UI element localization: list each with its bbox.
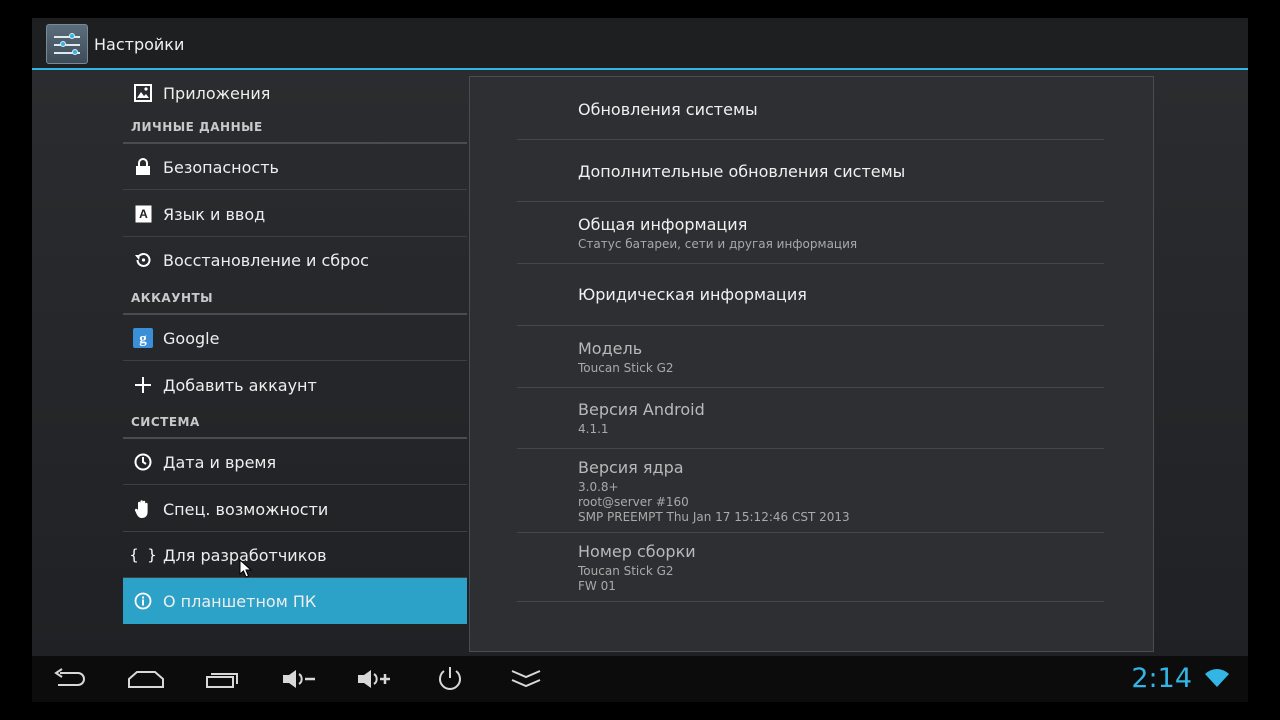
sidebar-item-label: Дата и время <box>163 452 277 472</box>
about-detail-pane: Обновления системы Дополнительные обновл… <box>469 76 1154 652</box>
item-summary: SMP PREEMPT Thu Jan 17 15:12:46 CST 2013 <box>578 510 850 524</box>
item-summary: Toucan Stick G2 <box>578 564 674 578</box>
sidebar-item-label: Язык и ввод <box>163 204 266 224</box>
sidebar-item-developer[interactable]: { } Для разработчиков <box>123 532 467 578</box>
item-summary: 4.1.1 <box>578 422 609 436</box>
plus-icon <box>123 376 163 394</box>
item-summary: 3.0.8+ <box>578 480 619 494</box>
item-summary: Toucan Stick G2 <box>578 361 674 375</box>
volume-down-button[interactable] <box>280 663 320 695</box>
recent-apps-icon <box>206 673 238 688</box>
hide-bar-button[interactable] <box>506 663 546 695</box>
hand-icon <box>123 499 163 519</box>
section-header-accounts: АККАУНТЫ <box>131 291 214 305</box>
item-summary: root@server #160 <box>578 495 689 509</box>
list-item-kernel-version: Версия ядра 3.0.8+ root@server #160 SMP … <box>517 448 1104 533</box>
sidebar-item-label: Спец. возможности <box>163 499 329 519</box>
restore-icon <box>123 251 163 269</box>
item-title: Дополнительные обновления системы <box>578 162 906 181</box>
volume-down-icon <box>283 670 315 688</box>
status-clock: 2:14 <box>1131 663 1192 694</box>
settings-category-list: Приложения ЛИЧНЫЕ ДАННЫЕ Безопасность A … <box>123 70 467 656</box>
home-icon <box>128 671 164 688</box>
sidebar-item-language[interactable]: A Язык и ввод <box>123 191 467 237</box>
sidebar-item-label: О планшетном ПК <box>163 591 317 611</box>
item-title: Обновления системы <box>578 100 758 119</box>
list-item-system-updates[interactable]: Обновления системы <box>517 77 1104 140</box>
sidebar-item-label: Безопасность <box>163 157 279 177</box>
braces-icon: { } <box>129 546 157 564</box>
item-summary: FW 01 <box>578 579 616 593</box>
clock-icon <box>123 453 163 471</box>
sidebar-item-label: Восстановление и сброс <box>163 250 369 270</box>
google-icon: g <box>123 328 163 348</box>
info-icon <box>123 592 163 610</box>
lock-icon <box>123 158 163 176</box>
sidebar-item-label: Добавить аккаунт <box>163 375 317 395</box>
item-title: Версия ядра <box>578 458 684 477</box>
svg-text:g: g <box>139 331 147 347</box>
svg-text:A: A <box>139 207 148 221</box>
item-title: Номер сборки <box>578 542 696 561</box>
sidebar-item-accessibility[interactable]: Спец. возможности <box>123 486 467 532</box>
action-bar: Настройки <box>32 18 1248 70</box>
content-area: Приложения ЛИЧНЫЕ ДАННЫЕ Безопасность A … <box>32 70 1248 656</box>
item-title: Общая информация <box>578 215 748 234</box>
app-title: Настройки <box>94 35 185 54</box>
sidebar-item-backup[interactable]: Восстановление и сброс <box>123 237 467 283</box>
back-button[interactable] <box>50 663 90 695</box>
image-icon <box>123 84 163 102</box>
recent-apps-button[interactable] <box>203 663 243 695</box>
sidebar-item-label: Приложения <box>163 83 271 103</box>
power-button[interactable] <box>430 663 470 695</box>
mouse-cursor-icon <box>239 559 253 578</box>
list-item-legal[interactable]: Юридическая информация <box>517 263 1104 326</box>
volume-up-button[interactable] <box>355 663 395 695</box>
settings-screen: Настройки Приложения ЛИЧНЫЕ ДАННЫЕ Безоп… <box>32 18 1248 702</box>
keyboard-a-icon: A <box>123 205 163 223</box>
item-title: Модель <box>578 339 643 358</box>
list-item-build-number: Номер сборки Toucan Stick G2 FW 01 <box>517 532 1104 602</box>
settings-app-icon[interactable] <box>46 24 88 64</box>
wifi-icon <box>1204 668 1230 692</box>
list-item-extra-updates[interactable]: Дополнительные обновления системы <box>517 139 1104 202</box>
sidebar-item-google[interactable]: g Google <box>123 315 467 361</box>
item-summary: Статус батареи, сети и другая информация <box>578 237 858 251</box>
back-icon <box>54 668 85 686</box>
sidebar-item-datetime[interactable]: Дата и время <box>123 439 467 485</box>
list-item-android-version: Версия Android 4.1.1 <box>517 387 1104 449</box>
navigation-bar: 2:14 <box>32 656 1248 702</box>
home-button[interactable] <box>126 663 166 695</box>
section-header-personal: ЛИЧНЫЕ ДАННЫЕ <box>131 120 263 134</box>
section-header-system: СИСТЕМА <box>131 415 200 429</box>
volume-up-icon <box>358 670 390 688</box>
sidebar-item-add-account[interactable]: Добавить аккаунт <box>123 362 467 408</box>
power-icon <box>439 667 461 690</box>
sidebar-item-label: Google <box>163 328 220 348</box>
double-chevron-down-icon <box>511 670 541 688</box>
list-item-model: Модель Toucan Stick G2 <box>517 325 1104 388</box>
sidebar-item-security[interactable]: Безопасность <box>123 144 467 190</box>
item-title: Юридическая информация <box>578 285 807 304</box>
sidebar-item-about[interactable]: О планшетном ПК <box>123 578 467 624</box>
sidebar-item-apps[interactable]: Приложения <box>123 70 467 116</box>
item-title: Версия Android <box>578 400 705 419</box>
list-item-status[interactable]: Общая информация Статус батареи, сети и … <box>517 201 1104 264</box>
